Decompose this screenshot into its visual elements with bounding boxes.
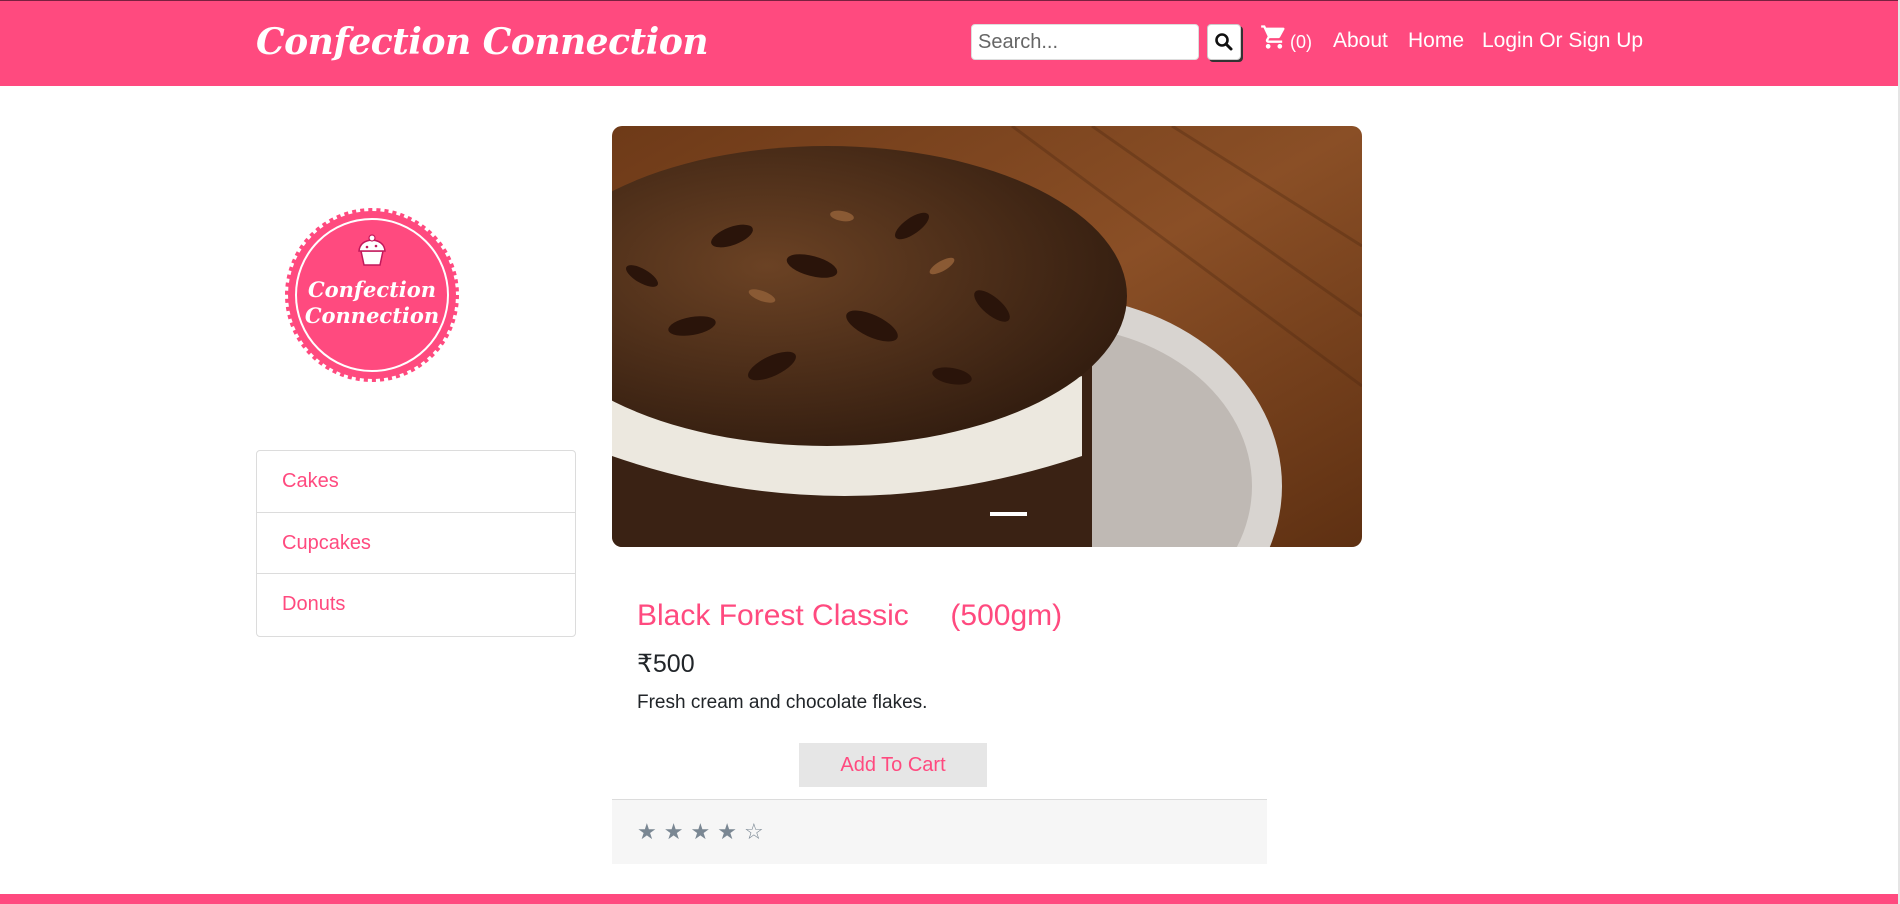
cart-link[interactable]: (0) — [1260, 23, 1312, 52]
svg-text:Confection: Confection — [308, 277, 436, 302]
cart-count: (0) — [1290, 32, 1312, 52]
category-cakes[interactable]: Cakes — [257, 451, 575, 513]
cake-photo — [612, 126, 1362, 547]
star-filled-icon[interactable]: ★ — [664, 820, 684, 845]
product-price: ₹500 — [637, 650, 695, 678]
rating-bar: ★ ★ ★ ★ ☆ — [612, 799, 1267, 864]
star-filled-icon[interactable]: ★ — [717, 820, 737, 845]
svg-text:Connection: Connection — [305, 303, 439, 328]
category-list: Cakes Cupcakes Donuts — [256, 450, 576, 637]
star-filled-icon[interactable]: ★ — [690, 820, 710, 845]
search-icon — [1215, 33, 1233, 51]
product-image-carousel[interactable] — [612, 126, 1362, 547]
add-to-cart-button[interactable]: Add To Cart — [799, 743, 987, 787]
search-input[interactable] — [971, 24, 1199, 60]
category-donuts[interactable]: Donuts — [257, 574, 575, 636]
footer-bar — [0, 894, 1900, 904]
category-cupcakes[interactable]: Cupcakes — [257, 513, 575, 574]
top-navbar: Confection Connection (0) About Home Log… — [0, 0, 1900, 86]
brand-title[interactable]: Confection Connection — [256, 21, 709, 63]
search-button[interactable] — [1207, 24, 1241, 60]
carousel-indicator — [990, 512, 1027, 516]
nav-login-signup[interactable]: Login Or Sign Up — [1482, 29, 1643, 53]
star-filled-icon[interactable]: ★ — [637, 820, 657, 845]
shopping-cart-icon — [1261, 25, 1285, 49]
product-description: Fresh cream and chocolate flakes. — [637, 692, 928, 713]
product-title: Black Forest Classic (500gm) — [637, 599, 1063, 632]
nav-home[interactable]: Home — [1408, 29, 1464, 53]
nav-about[interactable]: About — [1333, 29, 1388, 53]
shop-logo: Confection Connection — [285, 208, 459, 382]
star-empty-icon[interactable]: ☆ — [744, 820, 764, 845]
